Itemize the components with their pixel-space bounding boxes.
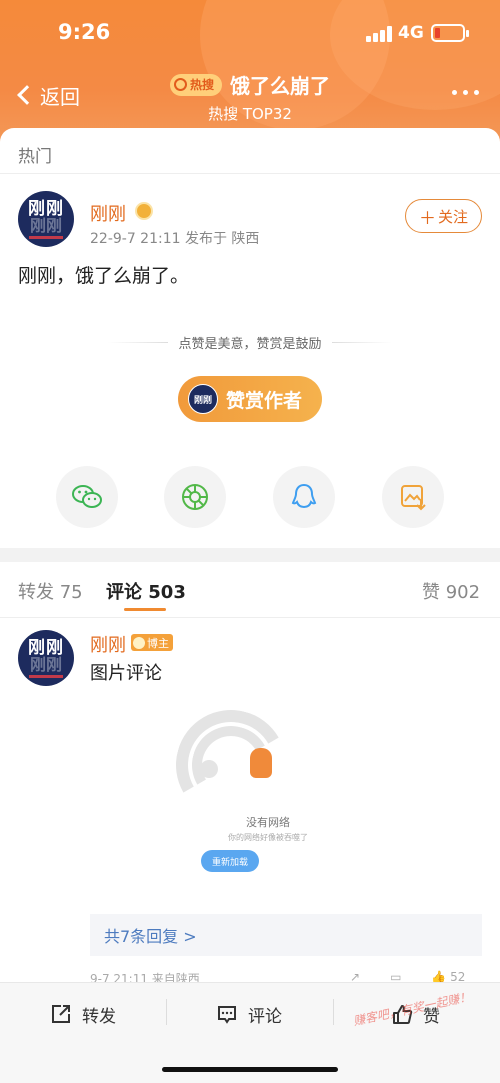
section-gap [0, 548, 500, 562]
post-meta: 22-9-7 21:11 发布于 陕西 [90, 231, 260, 247]
blogger-badge-label: 博主 [147, 636, 169, 650]
save-image-button[interactable] [382, 466, 444, 528]
comment-list: 刚刚 刚刚 刚刚 博主 图片评论 没有网络 你的网络好像被吞噬了 重新加载 共7… [0, 618, 500, 986]
avatar-text-shadow: 刚刚 [29, 654, 62, 674]
tab-comment-label: 评论 [106, 582, 142, 603]
blogger-badge: 博主 [131, 634, 173, 651]
no-network-subtext: 你的网络好像被吞噬了 [228, 833, 308, 842]
vip-badge-icon [135, 202, 153, 220]
more-options-button[interactable] [452, 90, 479, 95]
wechat-icon [72, 485, 102, 508]
network-type: 4G [398, 23, 424, 43]
share-qq-button[interactable] [273, 466, 335, 528]
home-indicator [162, 1067, 338, 1072]
reward-author-button[interactable]: 刚刚 赞赏作者 [178, 376, 322, 422]
section-label: 热门 [18, 147, 52, 167]
search-icon [173, 78, 187, 91]
hot-search-tag: 热搜 [169, 73, 222, 96]
follow-button[interactable]: ＋ 关注 [405, 199, 482, 233]
share-moments-button[interactable] [164, 466, 226, 528]
divider [0, 173, 500, 174]
comment-icon [218, 1006, 236, 1024]
avatar-text: 刚刚 [28, 198, 64, 219]
plus-icon: ＋ [418, 208, 436, 229]
reward-hint-text: 点赞是美意，赞赏是鼓励 [178, 337, 322, 352]
tab-repost-count: 75 [59, 582, 83, 603]
page-title: 饿了么崩了 [230, 74, 330, 98]
qq-icon [291, 483, 317, 509]
save-image-icon [401, 485, 426, 511]
avatar-text-shadow: 刚刚 [29, 215, 62, 235]
repost-icon [52, 1005, 70, 1023]
page-title-area: 热搜 饿了么崩了 热搜 TOP32 [0, 70, 500, 124]
repost-label: 转发 [82, 1006, 116, 1027]
hot-tag-label: 热搜 [189, 78, 214, 92]
tab-repost[interactable]: 转发 75 [18, 578, 83, 604]
mascot-icon [250, 748, 272, 778]
repost-button[interactable]: 转发 [50, 999, 116, 1029]
divider [333, 999, 334, 1025]
battery-icon [431, 24, 469, 42]
reward-hint: 点赞是美意，赞赏是鼓励 [0, 333, 500, 352]
status-time: 9:26 [58, 20, 111, 44]
comment-image[interactable]: 没有网络 你的网络好像被吞噬了 重新加载 [163, 690, 370, 894]
no-network-text: 没有网络 [246, 816, 290, 829]
follow-label: 关注 [437, 207, 468, 226]
tab-like-label: 赞 [422, 582, 440, 603]
comment-author[interactable]: 刚刚 [90, 631, 126, 657]
post-content: 刚刚，饿了么崩了。 [18, 265, 190, 287]
reload-button: 重新加载 [201, 850, 259, 872]
page-subtitle: 热搜 TOP32 [208, 105, 292, 123]
comment-label: 评论 [248, 1006, 282, 1027]
avatar[interactable]: 刚刚 刚刚 [18, 191, 74, 247]
author-name[interactable]: 刚刚 [90, 200, 126, 226]
active-tab-indicator [124, 608, 166, 611]
view-replies-link[interactable]: 共7条回复 > [90, 914, 482, 956]
post-card: 热门 刚刚 刚刚 刚刚 22-9-7 21:11 发布于 陕西 ＋ 关注 刚刚，… [0, 128, 500, 548]
divider [166, 999, 167, 1025]
signal-icon [366, 26, 392, 42]
interaction-tabs: 转发 75 评论 503 赞 902 [0, 562, 500, 618]
share-wechat-button[interactable] [56, 466, 118, 528]
tab-like-count: 902 [445, 582, 481, 603]
comment-button[interactable]: 评论 [216, 999, 282, 1029]
tab-like[interactable]: 赞 902 [422, 578, 480, 604]
avatar[interactable]: 刚刚 刚刚 [18, 630, 74, 686]
tab-comment[interactable]: 评论 503 [106, 578, 186, 604]
avatar: 刚刚 [188, 384, 218, 414]
share-row [0, 466, 500, 530]
avatar-text: 刚刚 [28, 637, 64, 658]
tab-comment-count: 503 [148, 582, 186, 603]
badge-icon [133, 636, 145, 649]
moments-icon [182, 484, 208, 510]
reward-label: 赞赏作者 [226, 389, 303, 412]
tab-repost-label: 转发 [18, 582, 54, 603]
comment-text: 图片评论 [90, 663, 162, 684]
